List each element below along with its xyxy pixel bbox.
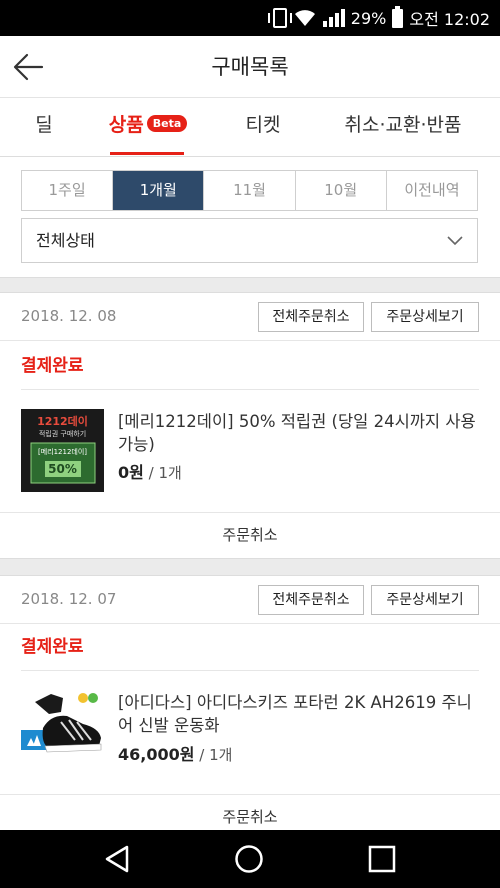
active-tab-indicator (110, 152, 184, 155)
nav-back-icon[interactable] (102, 844, 132, 874)
divider (0, 623, 500, 624)
signal-icon (322, 9, 345, 27)
order-status: 결제완료 (21, 637, 84, 657)
sneaker-image (21, 693, 102, 753)
chevron-down-icon (447, 236, 463, 246)
divider (21, 670, 479, 671)
period-1month[interactable]: 1개월 (113, 171, 205, 210)
page-title: 구매목록 (211, 55, 289, 79)
order-detail-button[interactable]: 주문상세보기 (371, 585, 479, 615)
product-qty: / 1개 (148, 464, 182, 482)
tab-ticket[interactable]: 티켓 (232, 98, 294, 157)
order-date: 2018. 12. 08 (21, 307, 117, 325)
section-divider (0, 558, 500, 576)
tab-label: 딜 (35, 114, 53, 136)
product-name[interactable]: [아디다스] 아디다스키즈 포타런 2K AH2619 주니어 신발 운동화 (118, 691, 480, 737)
order-card: 2018. 12. 08 전체주문취소 주문상세보기 결제완료 1212데이 적… (0, 293, 500, 558)
cancel-order-button[interactable]: 주문취소 (0, 512, 500, 558)
section-divider (0, 277, 500, 293)
product-price: 46,000원 (118, 745, 195, 764)
status-bar: 29% 오전 12:02 (0, 0, 500, 36)
product-name[interactable]: [메리1212데이] 50% 적립권 (당일 24시까지 사용가능) (118, 410, 480, 456)
tab-cancel-exchange-return[interactable]: 취소·교환·반품 (330, 98, 476, 157)
price-row: 0원 / 1개 (118, 459, 182, 483)
product-qty: / 1개 (199, 746, 233, 764)
divider (0, 794, 500, 795)
status-filter-value: 전체상태 (36, 231, 95, 250)
thumb-line2: 적립권 구매하기 (38, 430, 87, 438)
status-filter-select[interactable]: 전체상태 (21, 218, 478, 263)
vibrate-icon (267, 8, 292, 28)
nav-home-icon[interactable] (234, 844, 264, 874)
battery-icon (392, 5, 404, 28)
wifi-icon (294, 10, 315, 26)
thumb-line4: 50% (48, 462, 77, 476)
product-price: 0원 (118, 463, 144, 482)
thumb-line1: 1212데이 (37, 415, 88, 428)
thumb-line3: [메리1212데이] (37, 448, 88, 456)
back-arrow-icon[interactable] (12, 50, 46, 84)
divider (0, 340, 500, 341)
period-october[interactable]: 10월 (295, 171, 387, 210)
battery-percent: 29% (350, 8, 387, 28)
cancel-all-orders-button[interactable]: 전체주문취소 (258, 302, 364, 332)
tab-label: 티켓 (245, 114, 281, 136)
beta-badge: Beta (146, 115, 188, 132)
period-november[interactable]: 11월 (204, 171, 296, 210)
cancel-order-button[interactable]: 주문취소 (0, 796, 500, 830)
divider (21, 389, 479, 390)
order-detail-button[interactable]: 주문상세보기 (371, 302, 479, 332)
tab-label: 상품 (108, 114, 144, 136)
period-1week[interactable]: 1주일 (22, 171, 114, 210)
order-date: 2018. 12. 07 (21, 590, 117, 608)
price-row: 46,000원 / 1개 (118, 741, 232, 765)
tab-label: 취소·교환·반품 (344, 114, 462, 136)
clock: 오전 12:02 (409, 10, 490, 29)
tab-product[interactable]: 상품 Beta (106, 98, 190, 157)
category-tabs: 딜 상품 Beta 티켓 취소·교환·반품 (0, 98, 500, 157)
product-thumbnail[interactable] (21, 688, 104, 771)
tab-deal[interactable]: 딜 (22, 98, 66, 157)
order-status: 결제완료 (21, 356, 84, 376)
order-card: 2018. 12. 07 전체주문취소 주문상세보기 결제완료 [아디다스] 아… (0, 576, 500, 830)
header: 구매목록 (0, 36, 500, 98)
product-thumbnail[interactable]: 1212데이 적립권 구매하기 [메리1212데이] 50% (21, 409, 104, 492)
cancel-all-orders-button[interactable]: 전체주문취소 (258, 585, 364, 615)
system-navigation-bar (0, 830, 500, 888)
period-selector: 1주일 1개월 11월 10월 이전내역 (21, 170, 478, 211)
nav-recents-icon[interactable] (367, 844, 397, 874)
period-previous[interactable]: 이전내역 (386, 171, 478, 210)
